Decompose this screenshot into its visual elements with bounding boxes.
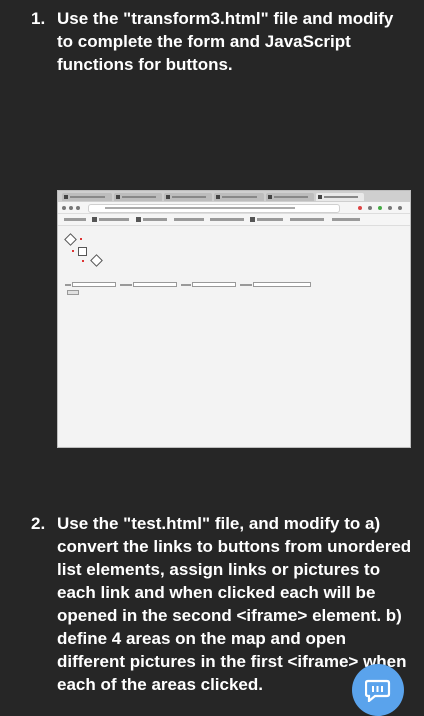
shape — [64, 233, 77, 246]
question-text: Use the "transform3.html" file and modif… — [57, 9, 394, 74]
browser-screenshot — [57, 190, 411, 448]
browser-tab — [62, 193, 112, 201]
shape — [72, 250, 74, 252]
browser-tab — [266, 193, 314, 201]
form-input[interactable] — [192, 282, 236, 287]
form-button[interactable] — [67, 290, 79, 295]
shape — [78, 247, 87, 256]
browser-tab — [214, 193, 264, 201]
form-input[interactable] — [133, 282, 177, 287]
form-input[interactable] — [72, 282, 116, 287]
chat-bubble-icon — [365, 679, 391, 702]
question-text: Use the "test.html" file, and modify to … — [57, 514, 412, 694]
browser-page-content — [58, 226, 410, 446]
question-number: 1. — [31, 9, 46, 28]
shape — [82, 260, 84, 262]
chat-button[interactable] — [352, 664, 404, 716]
browser-tab-active — [316, 193, 364, 201]
browser-tab — [164, 193, 212, 201]
shape — [90, 254, 103, 267]
browser-tab-bar — [58, 191, 410, 202]
shape — [80, 238, 82, 240]
browser-address-bar — [58, 202, 410, 214]
question-number: 2. — [31, 514, 46, 533]
browser-tab — [114, 193, 162, 201]
form-row — [65, 282, 311, 287]
browser-bookmarks-bar — [58, 214, 410, 226]
form-input[interactable] — [253, 282, 311, 287]
